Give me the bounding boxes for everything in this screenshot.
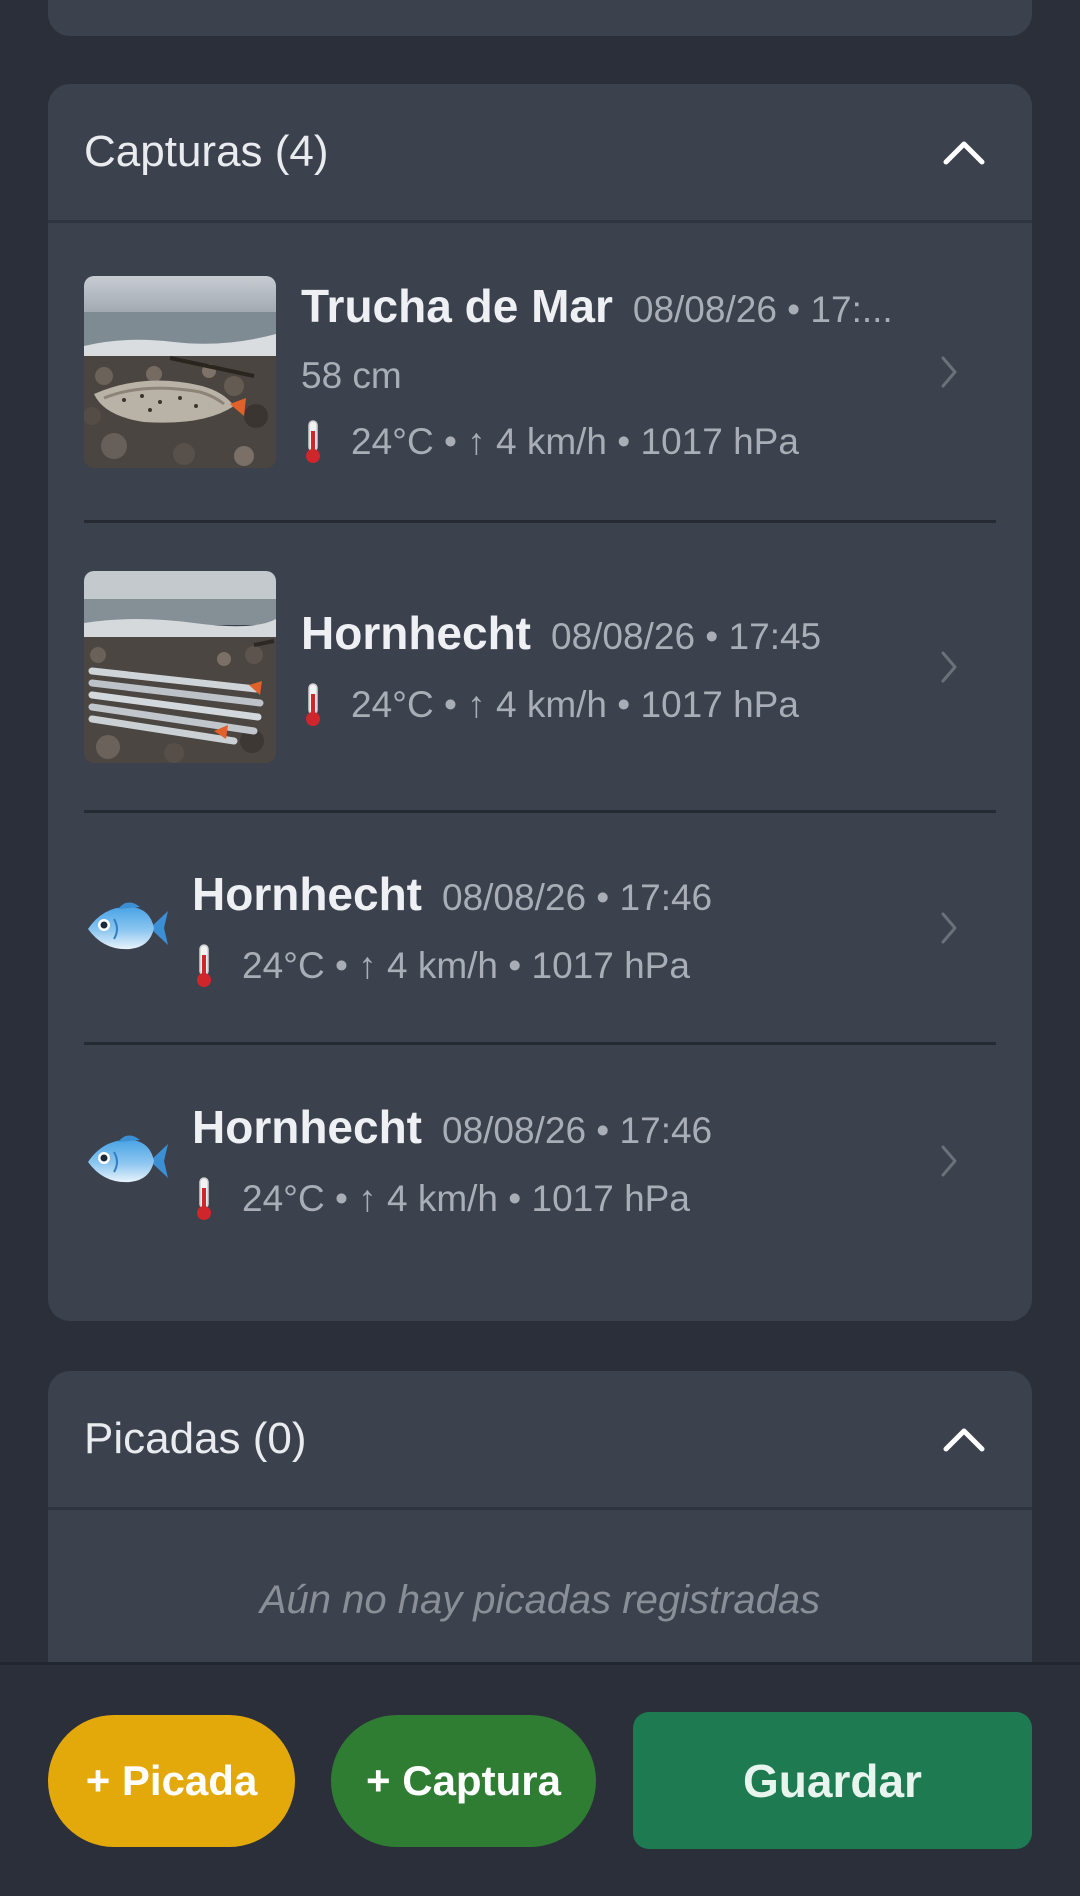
- capture-species: Hornhecht: [192, 867, 422, 920]
- capture-details: Hornhecht 08/08/26 • 17:46 24°C • ↑ 4 km…: [192, 867, 996, 989]
- capture-size: 58 cm: [301, 354, 402, 396]
- capture-details: Hornhecht 08/08/26 • 17:46 24°C • ↑ 4 km…: [192, 1100, 996, 1222]
- capture-weather: 24°C • ↑ 4 km/h • 1017 hPa: [242, 1178, 690, 1219]
- save-button[interactable]: Guardar: [633, 1712, 1032, 1849]
- bottom-action-bar: + Picada + Captura Guardar: [0, 1662, 1080, 1896]
- capture-photo-sea-trout: [84, 275, 276, 468]
- bites-header[interactable]: Picadas (0): [48, 1371, 1032, 1510]
- captures-title: Capturas (4): [84, 127, 329, 176]
- add-capture-button[interactable]: + Captura: [331, 1715, 596, 1847]
- chevron-right-icon: [941, 356, 957, 387]
- thermometer-icon: [197, 943, 211, 987]
- capture-datetime: 08/08/26 • 17:46: [442, 876, 713, 918]
- bites-empty-message: Aún no hay picadas registradas: [259, 1578, 821, 1622]
- capture-item[interactable]: Hornhecht 08/08/26 • 17:46 24°C • ↑ 4 km…: [84, 1045, 996, 1277]
- chevron-up-icon: [943, 141, 985, 165]
- bites-title: Picadas (0): [84, 1414, 307, 1463]
- captures-list: Trucha de Mar 08/08/26 • 17:... 58 cm 24…: [48, 223, 1032, 1277]
- capture-species: Hornhecht: [192, 1101, 422, 1153]
- capture-species: Trucha de Mar: [301, 279, 613, 332]
- capture-weather: 24°C • ↑ 4 km/h • 1017 hPa: [242, 944, 690, 986]
- add-bite-button[interactable]: + Picada: [48, 1715, 295, 1847]
- previous-card: [48, 0, 1032, 36]
- thermometer-icon: [197, 1177, 211, 1220]
- thermometer-icon: [306, 682, 320, 726]
- capture-details: Hornhecht 08/08/26 • 17:45 24°C • ↑ 4 km…: [301, 606, 996, 728]
- capture-species: Hornhecht: [301, 606, 531, 659]
- capture-photo-garfish: [84, 570, 276, 763]
- chevron-right-icon: [941, 912, 957, 943]
- captures-section: Capturas (4) Trucha de Mar 08/08/26 • 17…: [48, 84, 1032, 1321]
- capture-item[interactable]: Hornhecht 08/08/26 • 17:45 24°C • ↑ 4 km…: [84, 523, 996, 813]
- chevron-up-icon: [943, 1428, 985, 1452]
- capture-weather: 24°C • ↑ 4 km/h • 1017 hPa: [351, 683, 799, 725]
- bites-section: Picadas (0) Aún no hay picadas registrad…: [48, 1371, 1032, 1711]
- chevron-right-icon: [941, 651, 957, 682]
- capture-datetime: 08/08/26 • 17:...: [632, 288, 893, 330]
- screen: Capturas (4) Trucha de Mar 08/08/26 • 17…: [0, 0, 1080, 1896]
- chevron-right-icon: [941, 1145, 957, 1177]
- capture-item[interactable]: Hornhecht 08/08/26 • 17:46 24°C • ↑ 4 km…: [84, 813, 996, 1045]
- capture-datetime: 08/08/26 • 17:45: [551, 615, 822, 657]
- fish-icon: [88, 901, 168, 949]
- fish-icon: [88, 1135, 168, 1183]
- captures-header[interactable]: Capturas (4): [48, 84, 1032, 223]
- capture-details: Trucha de Mar 08/08/26 • 17:... 58 cm 24…: [301, 279, 996, 465]
- capture-item[interactable]: Trucha de Mar 08/08/26 • 17:... 58 cm 24…: [84, 223, 996, 523]
- capture-weather: 24°C • ↑ 4 km/h • 1017 hPa: [351, 420, 799, 462]
- collapse-captures-button[interactable]: [932, 120, 996, 184]
- capture-datetime: 08/08/26 • 17:46: [442, 1110, 713, 1151]
- collapse-bites-button[interactable]: [932, 1407, 996, 1471]
- thermometer-icon: [306, 419, 320, 463]
